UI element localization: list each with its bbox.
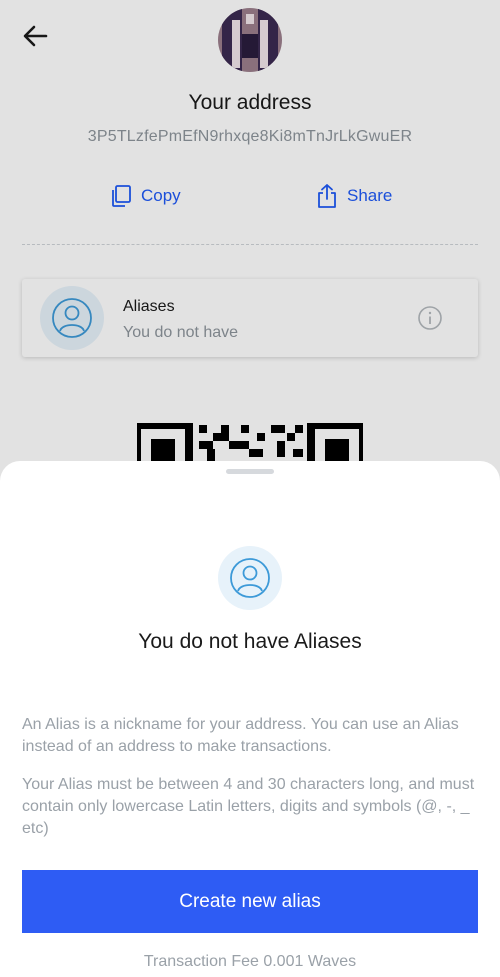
alias-rules: Your Alias must be between 4 and 30 char… [22, 776, 475, 837]
create-alias-button[interactable]: Create new alias [22, 870, 478, 933]
aliases-sheet-icon [218, 546, 282, 610]
transaction-fee: Transaction Fee 0.001 Waves [143, 953, 357, 970]
sheet-drag-handle[interactable] [226, 469, 274, 474]
aliases-bottom-sheet: You do not have Aliases An Alias is a ni… [0, 461, 500, 977]
sheet-title: You do not have Aliases [138, 630, 362, 653]
user-icon [230, 558, 270, 598]
alias-description: An Alias is a nickname for your address.… [22, 716, 459, 755]
